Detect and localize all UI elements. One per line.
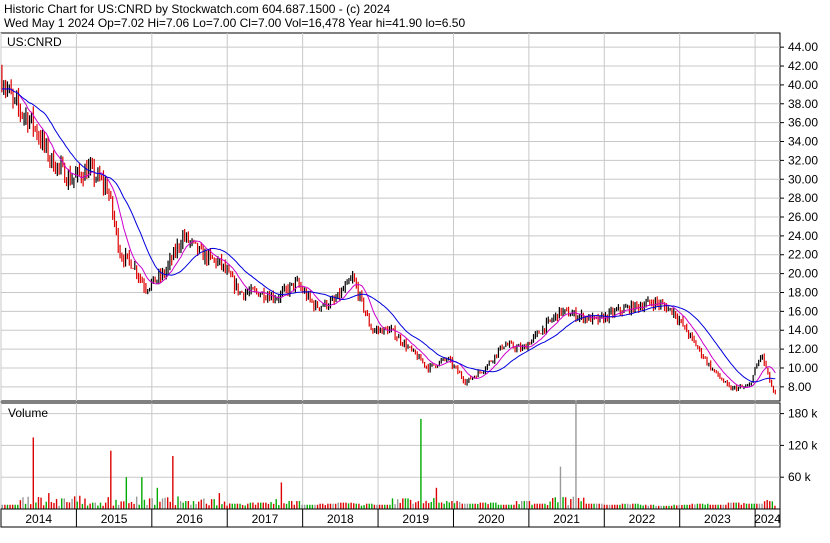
price-tick-label: 12.00 bbox=[788, 342, 818, 356]
x-tick-label: 2024 bbox=[754, 512, 781, 526]
stock-chart-page: Historic Chart for US:CNRD by Stockwatch… bbox=[0, 0, 830, 543]
price-tick-label: 28.00 bbox=[788, 191, 818, 205]
price-panel: 44.00 42.00 40.00 38.00 36.00 34.00 32.00 30.00… bbox=[0, 32, 818, 402]
x-tick-label: 2022 bbox=[629, 512, 656, 526]
price-tick-label: 36.00 bbox=[788, 116, 818, 130]
x-axis: 2014 2015 2016 2017 2018 2019 2020 2021 2022 2023… bbox=[0, 508, 781, 528]
price-tick-label: 38.00 bbox=[788, 97, 818, 111]
x-tick-label: 2015 bbox=[101, 512, 128, 526]
volume-tick-label: 60 k bbox=[788, 470, 812, 484]
x-tick-label: 2021 bbox=[553, 512, 580, 526]
price-tick-label: 20.00 bbox=[788, 267, 818, 281]
x-tick-label: 2017 bbox=[252, 512, 279, 526]
volume-tick-label: 120 k bbox=[788, 438, 818, 452]
x-tick-label: 2019 bbox=[402, 512, 429, 526]
x-tick-label: 2016 bbox=[176, 512, 203, 526]
chart-canvas: 44.00 42.00 40.00 38.00 36.00 34.00 32.00 30.00… bbox=[0, 32, 818, 528]
x-tick-label: 2020 bbox=[478, 512, 505, 526]
price-tick-label: 16.00 bbox=[788, 304, 818, 318]
price-tick-label: 42.00 bbox=[788, 59, 818, 73]
price-tick-label: 14.00 bbox=[788, 323, 818, 337]
x-tick-label: 2023 bbox=[704, 512, 731, 526]
price-tick-label: 22.00 bbox=[788, 248, 818, 262]
volume-panel: 180 k 120 k 60 k Volume bbox=[0, 400, 818, 510]
volume-label: Volume bbox=[8, 406, 48, 420]
x-tick-label: 2018 bbox=[327, 512, 354, 526]
price-tick-label: 10.00 bbox=[788, 361, 818, 375]
price-tick-label: 44.00 bbox=[788, 40, 818, 54]
price-tick-label: 18.00 bbox=[788, 285, 818, 299]
x-tick-label: 2014 bbox=[25, 512, 52, 526]
volume-plot-area bbox=[0, 402, 781, 510]
price-tick-label: 30.00 bbox=[788, 172, 818, 186]
price-tick-label: 40.00 bbox=[788, 78, 818, 92]
price-tick-label: 32.00 bbox=[788, 153, 818, 167]
volume-tick-label: 180 k bbox=[788, 407, 818, 421]
price-tick-label: 26.00 bbox=[788, 210, 818, 224]
price-tick-label: 34.00 bbox=[788, 135, 818, 149]
price-tick-label: 24.00 bbox=[788, 229, 818, 243]
price-tick-label: 8.00 bbox=[788, 380, 812, 394]
symbol-label: US:CNRD bbox=[7, 35, 62, 49]
